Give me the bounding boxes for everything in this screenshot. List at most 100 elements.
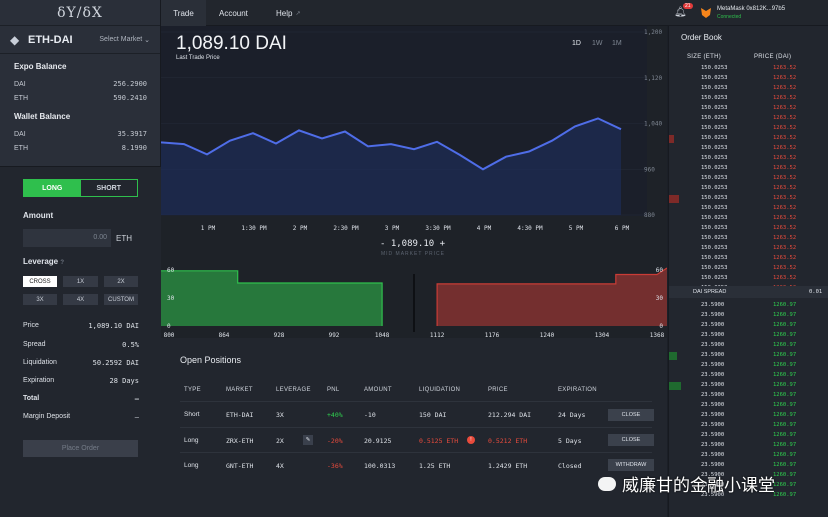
close-position-button[interactable]: CLOSE	[608, 409, 654, 421]
edit-icon[interactable]: ✎	[303, 435, 313, 445]
order-book-row[interactable]: 23.5900 1260.97	[669, 431, 828, 441]
order-book-row[interactable]: 150.0253 1263.52	[669, 274, 828, 284]
order-book-row[interactable]: 150.0253 1263.52	[669, 254, 828, 264]
leverage-2x-button[interactable]: 2X	[104, 276, 138, 287]
order-book-row[interactable]: 23.5900 1260.97	[669, 351, 828, 361]
order-book-row[interactable]: 23.5900 1260.97	[669, 421, 828, 431]
order-price: 1260.97	[773, 372, 797, 378]
order-book-row[interactable]: 150.0253 1263.52	[669, 84, 828, 94]
order-book-row[interactable]: 150.0253 1263.52	[669, 144, 828, 154]
short-button[interactable]: SHORT	[81, 180, 138, 196]
balance-row: ETH 8.1990	[0, 141, 161, 155]
order-book-row[interactable]: 23.5900 1260.97	[669, 451, 828, 461]
depth-y-tick-left: 0	[167, 323, 171, 330]
position-amount: -10	[364, 411, 376, 419]
order-size: 150.0253	[701, 65, 728, 71]
info-icon: ?	[60, 260, 65, 266]
order-book-row[interactable]: 23.5900 1260.97	[669, 461, 828, 471]
balance-value: 590.2410	[113, 94, 147, 102]
leverage-4x-button[interactable]: 4X	[63, 294, 98, 305]
order-book-row[interactable]: 23.5900 1260.97	[669, 341, 828, 351]
order-book-row[interactable]: 150.0253 1263.52	[669, 104, 828, 114]
external-link-icon: ↗	[295, 10, 301, 17]
open-positions: Open Positions TYPE MARKET LEVERAGE PNL …	[161, 338, 667, 517]
column-header: PRICE	[488, 387, 508, 393]
market-selector[interactable]: ◆ ETH-DAI Select Market ⌄	[0, 26, 160, 54]
order-book-row[interactable]: 23.5900 1260.97	[669, 391, 828, 401]
order-book-row[interactable]: 23.5900 1260.97	[669, 371, 828, 381]
order-book-row[interactable]: 150.0253 1263.52	[669, 114, 828, 124]
order-book-row[interactable]: 150.0253 1263.52	[669, 264, 828, 274]
leverage-1x-button[interactable]: 1X	[63, 276, 98, 287]
order-price: 1263.52	[773, 115, 797, 121]
leverage-cross-button[interactable]: CROSS	[23, 276, 57, 287]
timeframe-1w[interactable]: 1W	[592, 40, 603, 47]
order-size: 23.5900	[701, 372, 725, 378]
order-size: 150.0253	[701, 205, 728, 211]
order-book-row[interactable]: 150.0253 1263.52	[669, 174, 828, 184]
order-book-row[interactable]: 150.0253 1263.52	[669, 194, 828, 204]
expo-balance: Expo Balance DAI 256.2900 ETH 590.2410	[0, 62, 161, 105]
timeframe-1m[interactable]: 1M	[612, 40, 622, 47]
order-book-row[interactable]: 23.5900 1260.97	[669, 361, 828, 371]
balance-value: 8.1990	[121, 144, 147, 152]
position-pnl: +40%	[327, 411, 343, 419]
order-book-row[interactable]: 150.0253 1263.52	[669, 184, 828, 194]
order-book-row[interactable]: 150.0253 1263.52	[669, 134, 828, 144]
order-size: 23.5900	[701, 462, 725, 468]
order-book-row[interactable]: 23.5900 1260.97	[669, 441, 828, 451]
order-price: 1263.52	[773, 75, 797, 81]
order-book-row[interactable]: 150.0253 1263.52	[669, 124, 828, 134]
order-book-title: Order Book	[681, 33, 722, 42]
place-order-button[interactable]: Place Order	[23, 440, 138, 457]
order-book-row[interactable]: 150.0253 1263.52	[669, 164, 828, 174]
order-book-row[interactable]: 150.0253 1263.52	[669, 224, 828, 234]
timeframe-1d[interactable]: 1D	[572, 40, 581, 47]
order-book-row[interactable]: 23.5900 1260.97	[669, 311, 828, 321]
order-book-row[interactable]: 23.5900 1260.97	[669, 401, 828, 411]
order-book-row[interactable]: 23.5900 1260.97	[669, 381, 828, 391]
order-book-row[interactable]: 23.5900 1260.97	[669, 331, 828, 341]
summary-margin-deposit: Margin Deposit –	[23, 413, 139, 421]
order-book-row[interactable]: 150.0253 1263.52	[669, 214, 828, 224]
y-tick-label: 880	[644, 212, 655, 219]
wallet-address[interactable]: MetaMask 0x812K...97b5	[717, 6, 785, 12]
order-book-row[interactable]: 150.0253 1263.52	[669, 154, 828, 164]
close-position-button[interactable]: CLOSE	[608, 434, 654, 446]
long-button[interactable]: LONG	[24, 180, 81, 196]
order-book-row[interactable]: 150.0253 1263.52	[669, 74, 828, 84]
long-short-toggle[interactable]: LONG SHORT	[23, 179, 138, 197]
order-book-row[interactable]: 23.5900 1260.97	[669, 301, 828, 311]
depth-bar	[669, 382, 681, 390]
x-tick-label: 2:30 PM	[333, 225, 359, 232]
amount-input[interactable]: 0.00	[23, 229, 111, 247]
order-book-row[interactable]: 150.0253 1263.52	[669, 204, 828, 214]
tab-help[interactable]: Help ↗	[276, 0, 300, 26]
x-tick-label: 1:30 PM	[241, 225, 267, 232]
withdraw-button[interactable]: WITHDRAW	[608, 459, 654, 471]
order-book-row[interactable]: 23.5900 1260.97	[669, 411, 828, 421]
tab-trade[interactable]: Trade	[161, 0, 206, 26]
order-book-row[interactable]: 150.0253 1263.52	[669, 244, 828, 254]
balance-asset: ETH	[14, 144, 28, 152]
wallet-balance-title: Wallet Balance	[14, 112, 71, 121]
order-price: 1263.52	[773, 135, 797, 141]
leverage-custom-button[interactable]: CUSTOM	[104, 294, 138, 305]
depth-y-tick-right: 0	[659, 323, 663, 330]
order-book-row[interactable]: 23.5900 1260.97	[669, 321, 828, 331]
mid-market-price[interactable]: - 1,089.10 +	[380, 239, 445, 249]
order-price: 1263.52	[773, 185, 797, 191]
tab-account[interactable]: Account	[219, 0, 248, 26]
depth-y-tick-right: 30	[656, 295, 664, 302]
order-book-row[interactable]: 150.0253 1263.52	[669, 64, 828, 74]
leverage-3x-button[interactable]: 3X	[23, 294, 57, 305]
order-book-row[interactable]: 150.0253 1263.52	[669, 94, 828, 104]
divider	[180, 452, 652, 453]
select-market-label[interactable]: Select Market	[99, 36, 142, 43]
order-book-row[interactable]: 150.0253 1263.52	[669, 234, 828, 244]
price-chart[interactable]: 1,200 1,120 1,040 960 880 1 PM 1:30 PM 2 PM 2:30…	[161, 26, 667, 338]
order-size: 150.0253	[701, 75, 728, 81]
order-price: 1260.97	[773, 462, 797, 468]
y-tick-label: 960	[644, 166, 655, 173]
position-price: 1.2429 ETH	[488, 462, 528, 470]
